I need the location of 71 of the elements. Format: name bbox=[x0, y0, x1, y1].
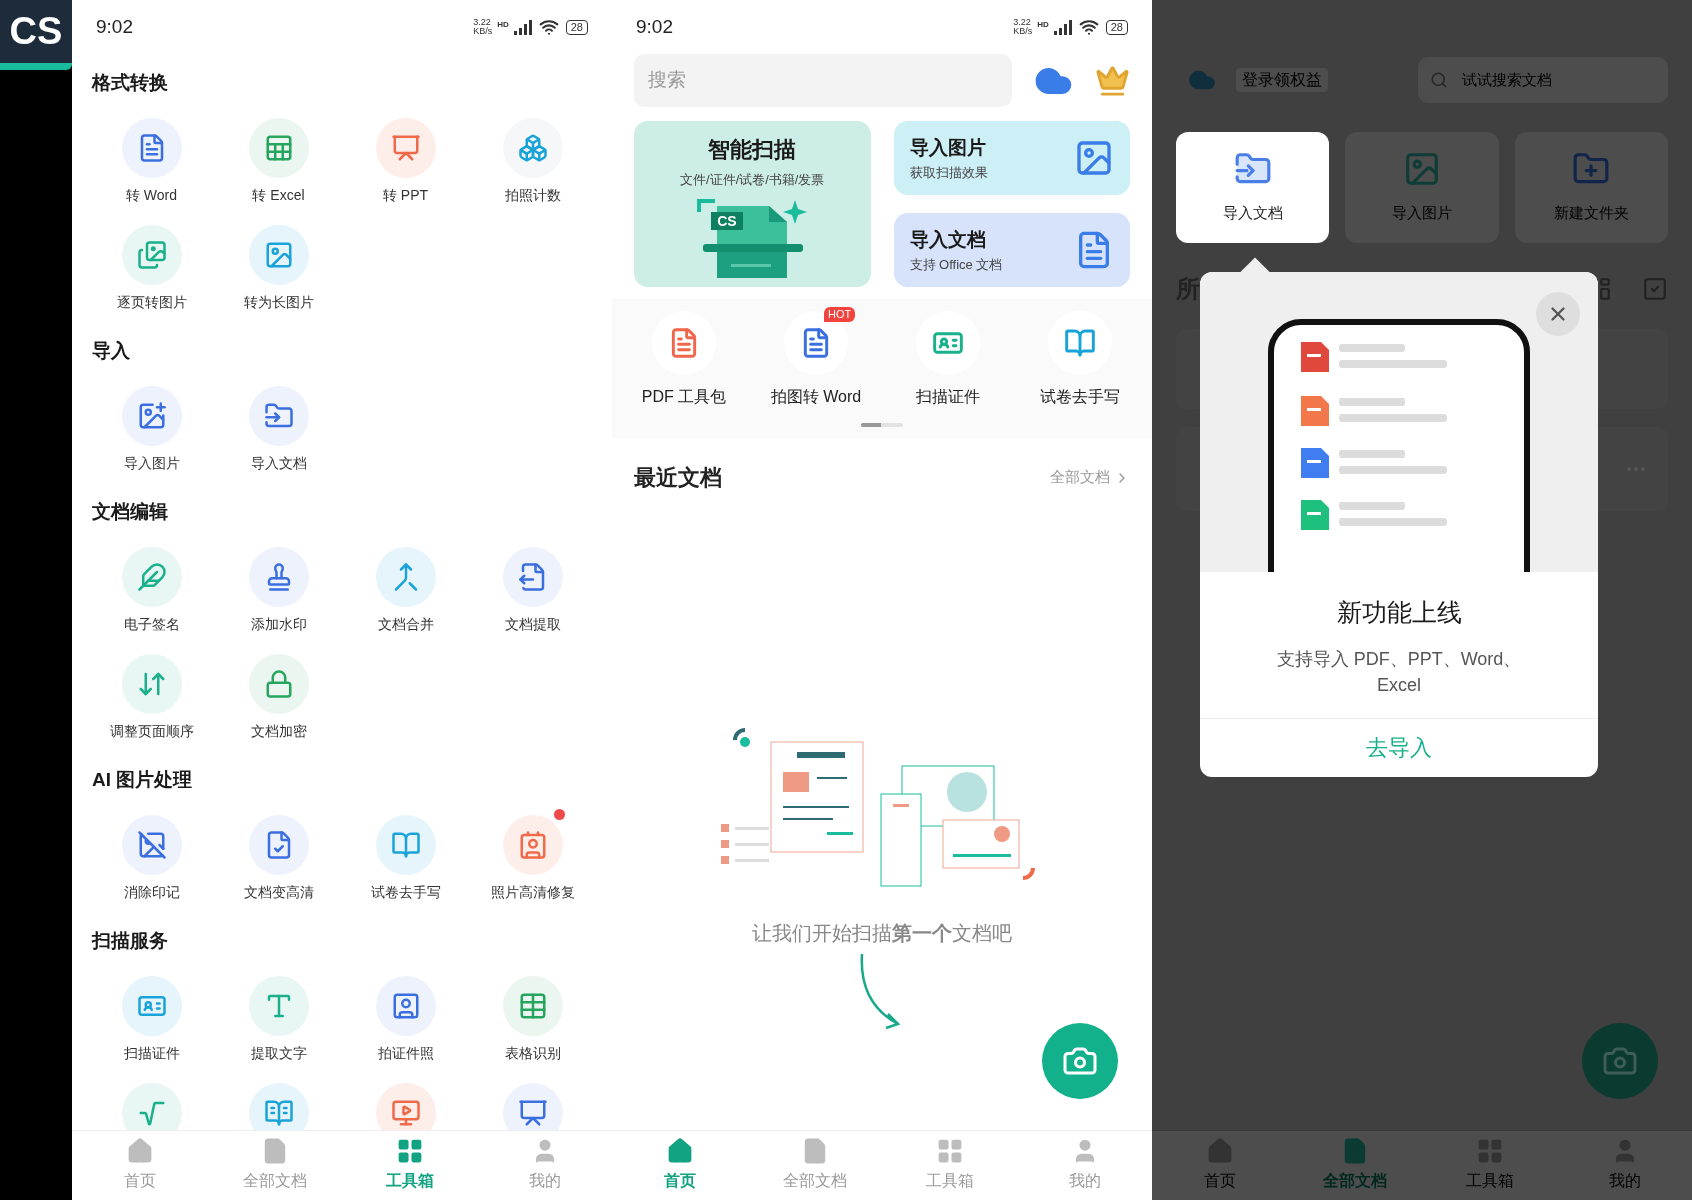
tool-tile[interactable]: 表格识别 bbox=[469, 958, 596, 1065]
close-button[interactable] bbox=[1536, 292, 1580, 336]
action-tile[interactable]: 导入文档 bbox=[1176, 132, 1330, 243]
tool-tile[interactable]: 转 PPT bbox=[342, 100, 469, 207]
network-type: HD bbox=[497, 19, 509, 31]
select-icon[interactable] bbox=[1642, 276, 1668, 302]
status-time: 9:02 bbox=[96, 14, 133, 39]
tool-tile[interactable]: 转 Word bbox=[88, 100, 215, 207]
tool-tile[interactable]: 导入图片 bbox=[88, 368, 215, 475]
scanner-label: CS bbox=[711, 211, 743, 230]
tool-tile[interactable]: 逐页转图片 bbox=[88, 207, 215, 314]
battery-indicator: 28 bbox=[565, 19, 588, 35]
presentation-icon bbox=[517, 1098, 548, 1128]
open-book-icon bbox=[263, 1098, 294, 1128]
tool-tile[interactable]: 照片高清修复 bbox=[469, 797, 596, 904]
image-icon bbox=[1074, 138, 1114, 178]
image-off-icon bbox=[136, 830, 167, 860]
hot-badge: HOT bbox=[824, 307, 856, 322]
wifi-icon bbox=[538, 17, 559, 37]
section-heading: 扫描服务 bbox=[90, 928, 169, 953]
tool-tile[interactable]: 导入文档 bbox=[215, 368, 342, 475]
speed-unit: KB/s bbox=[1013, 27, 1033, 36]
network-type: HD bbox=[1037, 19, 1049, 31]
popup-title: 新功能上线 bbox=[1336, 597, 1462, 628]
tool-tile[interactable]: 文档提取 bbox=[469, 529, 596, 636]
battery-indicator: 28 bbox=[1105, 19, 1128, 35]
tool-tile[interactable]: 消除印记 bbox=[88, 797, 215, 904]
open-book-icon bbox=[1064, 327, 1096, 359]
section-heading: 最近文档 bbox=[634, 464, 722, 492]
wifi-icon bbox=[1078, 17, 1099, 37]
network-speed: 3.22 bbox=[473, 18, 492, 27]
search-icon bbox=[1430, 71, 1448, 89]
import-card[interactable]: 导入图片 获取扫描效果 bbox=[893, 121, 1130, 195]
section-heading: AI 图片处理 bbox=[91, 767, 194, 792]
tool-tile[interactable]: 添加水印 bbox=[215, 529, 342, 636]
status-time: 9:02 bbox=[636, 14, 673, 39]
tool-tile[interactable]: 拍证件照 bbox=[342, 958, 469, 1065]
tool-tile[interactable]: 调整页面顺序 bbox=[88, 636, 215, 743]
section-heading: 文档编辑 bbox=[91, 499, 169, 524]
tool-tile[interactable]: 扫描证件 bbox=[88, 958, 215, 1065]
smart-scan-card[interactable]: 智能扫描 文件/证件/试卷/书籍/发票 CS bbox=[634, 121, 871, 287]
page-indicator bbox=[861, 423, 903, 427]
tool-tile[interactable]: 试卷去手写 bbox=[342, 797, 469, 904]
feather-icon bbox=[136, 562, 167, 592]
tool-tile[interactable]: 转为长图片 bbox=[215, 207, 342, 314]
signal-icon bbox=[1053, 19, 1074, 35]
quick-tool[interactable]: 扫描证件 bbox=[882, 311, 1014, 409]
open-book-icon bbox=[390, 830, 421, 860]
images-icon bbox=[136, 240, 167, 270]
app-logo: CS bbox=[0, 0, 72, 70]
tool-tile[interactable]: 提取文字 bbox=[215, 958, 342, 1065]
import-card[interactable]: 导入文档 支持 Office 文档 bbox=[893, 213, 1130, 287]
quick-tool[interactable]: 试卷去手写 bbox=[1014, 311, 1146, 409]
tool-tile[interactable]: 拍照计数 bbox=[469, 100, 596, 207]
tool-tile[interactable]: 文档合并 bbox=[342, 529, 469, 636]
empty-state-message: 让我们开始扫描第一个文档吧 bbox=[752, 921, 1012, 946]
speed-unit: KB/s bbox=[473, 27, 493, 36]
contact-card-icon bbox=[517, 830, 548, 860]
signal-icon bbox=[513, 19, 534, 35]
section-heading: 导入 bbox=[91, 338, 131, 363]
tool-tile[interactable]: 文档加密 bbox=[215, 636, 342, 743]
tool-tile[interactable]: 转 Excel bbox=[215, 100, 342, 207]
tool-tile[interactable]: 电子签名 bbox=[88, 529, 215, 636]
cubes-icon bbox=[517, 133, 548, 163]
tool-tile[interactable]: 文档变高清 bbox=[215, 797, 342, 904]
presentation-icon bbox=[390, 133, 421, 163]
monitor-play-icon bbox=[390, 1098, 421, 1128]
section-heading: 格式转换 bbox=[90, 70, 169, 95]
popup-description: 支持导入 PDF、PPT、Word、Excel bbox=[1275, 647, 1523, 697]
quick-tool[interactable]: PDF 工具包 bbox=[618, 311, 750, 409]
network-speed: 3.22 bbox=[1013, 18, 1032, 27]
